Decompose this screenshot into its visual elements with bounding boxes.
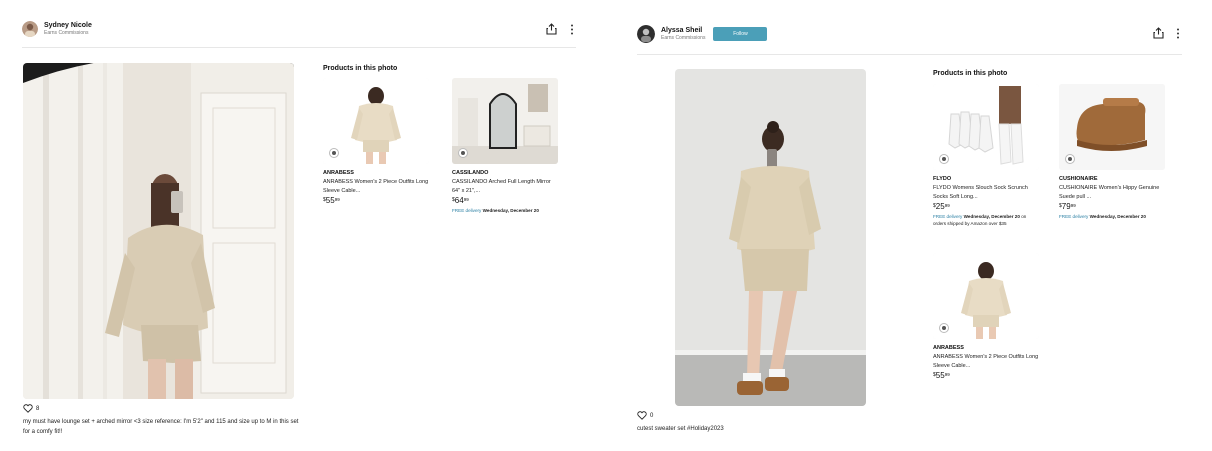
- follow-button[interactable]: Follow: [713, 27, 768, 41]
- author-name[interactable]: Alyssa Sheil: [661, 27, 705, 34]
- shop-badge-icon: [329, 148, 339, 158]
- post-card-right: Alyssa Sheil Earns Commissions Follow Pr…: [606, 0, 1212, 451]
- likes-row: 0: [637, 411, 653, 420]
- more-options-icon[interactable]: [1176, 28, 1180, 39]
- post-header: Sydney Nicole Earns Commissions: [22, 21, 92, 37]
- product-title[interactable]: FLYDO Womens Slouch Sock Scrunch Socks S…: [933, 184, 1039, 201]
- product-price: $ 79 99: [1059, 202, 1076, 212]
- shop-badge-icon: [1065, 154, 1075, 164]
- post-caption: cutest sweater set #Holiday2023: [637, 426, 724, 432]
- product-price: $ 64 99: [452, 196, 469, 206]
- product-title[interactable]: ANRABESS Women's 2 Piece Outfits Long Sl…: [933, 353, 1039, 370]
- products-section-title: Products in this photo: [933, 70, 1008, 77]
- product-brand: ANRABESS: [933, 345, 964, 351]
- likes-row: 8: [23, 404, 39, 413]
- likes-count: 0: [650, 412, 654, 419]
- shop-badge-icon: [939, 154, 949, 164]
- heart-icon[interactable]: [23, 404, 33, 413]
- likes-count: 8: [36, 405, 40, 412]
- header-divider: [637, 54, 1182, 55]
- share-icon[interactable]: [546, 23, 557, 35]
- author-subtitle: Earns Commissions: [661, 35, 706, 41]
- header-divider: [22, 47, 576, 48]
- heart-icon[interactable]: [637, 411, 647, 420]
- post-photo[interactable]: [23, 63, 294, 399]
- author-name[interactable]: Sydney Nicole: [44, 22, 92, 29]
- product-image[interactable]: [1059, 84, 1165, 170]
- delivery-info: FREE delivery Wednesday, December 20 on …: [933, 214, 1027, 227]
- products-section-title: Products in this photo: [323, 65, 398, 72]
- more-options-icon[interactable]: [570, 24, 574, 35]
- delivery-info: FREE delivery Wednesday, December 20: [452, 208, 539, 214]
- product-image[interactable]: [933, 84, 1039, 170]
- product-price: $ 55 99: [933, 371, 950, 381]
- product-image[interactable]: [452, 78, 558, 164]
- shop-badge-icon: [939, 323, 949, 333]
- shop-badge-icon: [458, 148, 468, 158]
- share-icon[interactable]: [1153, 27, 1164, 39]
- product-card[interactable]: CUSHIONAIRE CUSHIONAIRE Women's Hippy Ge…: [1059, 84, 1165, 220]
- author-avatar[interactable]: [637, 25, 655, 43]
- product-price: $ 55 99: [323, 196, 340, 206]
- product-title[interactable]: CUSHIONAIRE Women's Hippy Genuine Suede …: [1059, 184, 1165, 201]
- product-brand: CUSHIONAIRE: [1059, 176, 1098, 182]
- product-image[interactable]: [323, 78, 429, 164]
- author-subtitle: Earns Commissions: [44, 30, 89, 36]
- delivery-info: FREE delivery Wednesday, December 20: [1059, 214, 1146, 220]
- post-card-left: Sydney Nicole Earns Commissions Products…: [0, 0, 606, 451]
- product-card[interactable]: ANRABESS ANRABESS Women's 2 Piece Outfit…: [933, 253, 1039, 380]
- product-card[interactable]: CASSILANDO CASSILANDO Arched Full Length…: [452, 78, 558, 214]
- product-card[interactable]: FLYDO FLYDO Womens Slouch Sock Scrunch S…: [933, 84, 1039, 228]
- product-image[interactable]: [933, 253, 1039, 339]
- post-caption: my must have lounge set + arched mirror …: [23, 419, 299, 435]
- product-title[interactable]: ANRABESS Women's 2 Piece Outfits Long Sl…: [323, 178, 429, 195]
- product-price: $ 25 99: [933, 202, 950, 212]
- author-avatar[interactable]: [22, 21, 38, 37]
- post-photo[interactable]: [675, 69, 866, 406]
- product-title[interactable]: CASSILANDO Arched Full Length Mirror 64"…: [452, 178, 558, 195]
- product-card[interactable]: ANRABESS ANRABESS Women's 2 Piece Outfit…: [323, 78, 429, 205]
- product-brand: ANRABESS: [323, 170, 354, 176]
- post-header: Alyssa Sheil Earns Commissions Follow: [637, 25, 768, 43]
- product-brand: FLYDO: [933, 176, 952, 182]
- product-brand: CASSILANDO: [452, 170, 489, 176]
